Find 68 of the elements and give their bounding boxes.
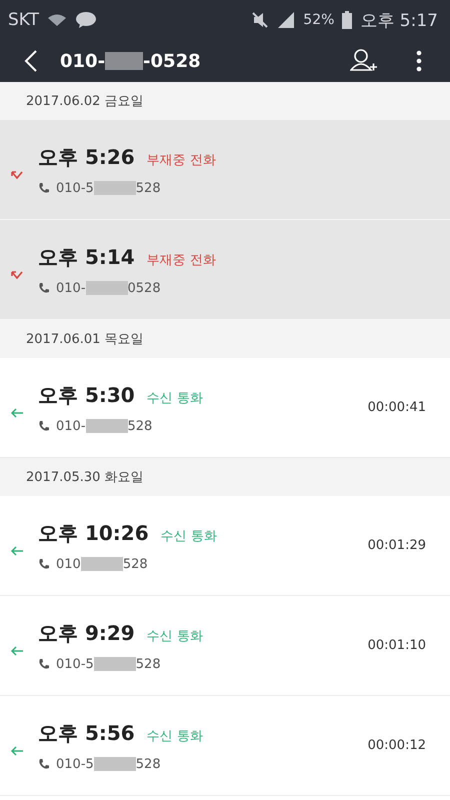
redaction-mark — [80, 557, 123, 571]
battery-percent: 52% — [303, 12, 334, 28]
call-time: 오후 5:30 — [38, 382, 135, 408]
phone-number-end: 528 — [136, 656, 161, 672]
phone-number-end: 528 — [136, 756, 161, 772]
clock: 오후 5:17 — [360, 10, 438, 32]
redaction-mark — [94, 757, 136, 771]
missed-call-icon — [10, 170, 24, 180]
call-type: 수신 통화 — [146, 728, 203, 744]
phone-number-end: 528 — [128, 418, 152, 434]
call-type: 수신 통화 — [146, 390, 203, 406]
incoming-call-icon — [10, 546, 24, 556]
phone-number-start: 010-5 — [56, 756, 94, 772]
call-log-row[interactable]: 오후 5:56 수신 통화 010-5 528 00:00:12 — [0, 696, 450, 796]
battery-icon — [342, 11, 352, 29]
redaction-mark — [86, 419, 128, 433]
incoming-call-icon — [10, 408, 24, 418]
redaction-mark — [94, 657, 136, 671]
call-log-row[interactable]: 오후 5:26 부재중 전화 010-5 528 — [0, 120, 450, 220]
phone-number-end: 528 — [122, 556, 148, 572]
phone-number-start: 010- — [56, 280, 86, 296]
call-duration: 00:00:41 — [368, 400, 426, 415]
mute-icon — [251, 11, 270, 29]
incoming-call-icon — [10, 646, 24, 656]
call-log-row[interactable]: 오후 10:26 수신 통화 010 528 00:01:29 — [0, 496, 450, 596]
phone-number-start: 010-5 — [56, 180, 94, 196]
contact-number-end: -0528 — [143, 50, 201, 72]
date-label: 2017.05.30 화요일 — [26, 469, 144, 486]
incoming-call-icon — [10, 746, 24, 756]
redaction-mark — [105, 52, 144, 70]
phone-icon — [38, 182, 50, 194]
date-label: 2017.06.01 목요일 — [26, 331, 144, 348]
call-log-row[interactable]: 오후 5:14 부재중 전화 010- 0528 — [0, 220, 450, 320]
call-duration: 00:00:12 — [368, 738, 426, 753]
call-time: 오후 5:26 — [38, 144, 135, 170]
contact-number-start: 010- — [60, 50, 106, 72]
phone-number-end: 528 — [136, 180, 161, 196]
phone-icon — [38, 558, 50, 570]
carrier-name: SKT — [8, 10, 40, 30]
call-duration: 00:01:10 — [368, 638, 426, 653]
call-time: 오후 9:29 — [38, 620, 135, 646]
phone-number-end: 0528 — [128, 280, 161, 296]
more-options-icon[interactable] — [416, 50, 422, 72]
call-duration: 00:01:29 — [368, 538, 426, 553]
phone-icon — [38, 282, 50, 294]
missed-call-icon — [10, 270, 24, 280]
call-type: 수신 통화 — [146, 628, 203, 644]
back-icon[interactable] — [24, 49, 38, 73]
phone-number-start: 010- — [56, 418, 86, 434]
call-time: 오후 10:26 — [38, 520, 149, 546]
call-time: 오후 5:56 — [38, 720, 135, 746]
add-contact-icon[interactable] — [350, 48, 378, 74]
call-type: 부재중 전화 — [146, 152, 216, 168]
signal-icon — [277, 11, 296, 29]
date-label: 2017.06.02 금요일 — [26, 93, 144, 110]
phone-number-start: 010-5 — [56, 656, 94, 672]
phone-icon — [38, 658, 50, 670]
call-type: 부재중 전화 — [146, 252, 216, 268]
phone-number-start: 010 — [56, 556, 81, 572]
phone-icon — [38, 420, 50, 432]
wifi-icon — [47, 13, 68, 27]
redaction-mark — [86, 281, 128, 295]
call-time: 오후 5:14 — [38, 244, 135, 270]
call-type: 수신 통화 — [160, 528, 217, 544]
phone-icon — [38, 758, 50, 770]
redaction-mark — [94, 181, 136, 195]
chat-icon — [75, 11, 98, 29]
call-log-row[interactable]: 오후 9:29 수신 통화 010-5 528 00:01:10 — [0, 596, 450, 696]
